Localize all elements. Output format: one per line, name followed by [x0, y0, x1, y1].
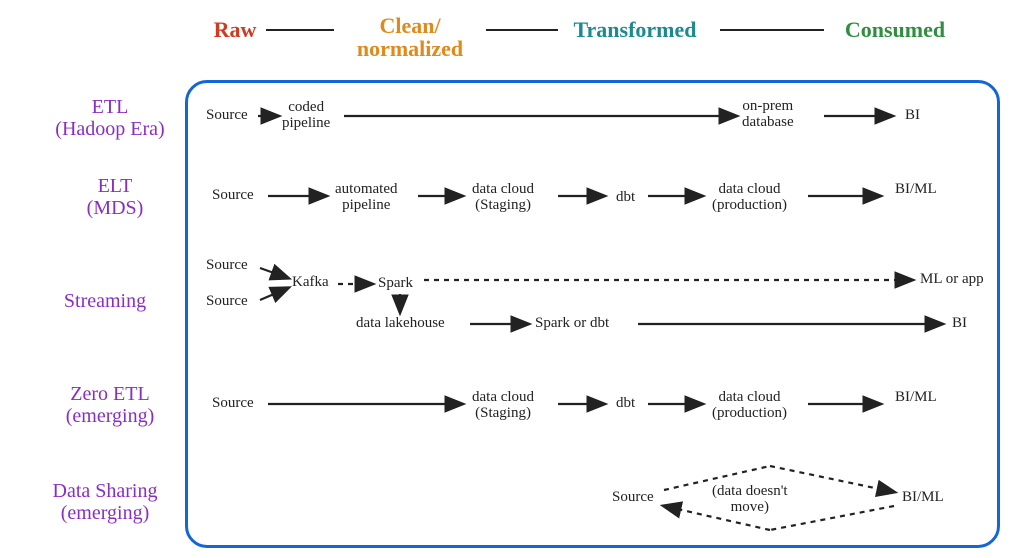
streaming-source-1: Source [206, 258, 248, 274]
etl-bi: BI [905, 108, 920, 124]
stage-raw: Raw [200, 18, 270, 41]
elt-data-cloud-staging: data cloud (Staging) [472, 182, 534, 214]
zero-dbt: dbt [616, 396, 635, 412]
etl-coded-pipeline: coded pipeline [282, 100, 330, 132]
stage-transformed: Transformed [555, 18, 715, 41]
stage-clean: Clean/ normalized [335, 14, 485, 60]
streaming-kafka: Kafka [292, 275, 329, 291]
etl-onprem-db: on-prem database [742, 99, 794, 131]
share-source: Source [612, 490, 654, 506]
elt-source: Source [212, 188, 254, 204]
share-biml: BI/ML [902, 490, 944, 506]
zero-biml: BI/ML [895, 390, 937, 406]
diagram-frame [185, 80, 1000, 548]
etl-source: Source [206, 108, 248, 124]
zero-source: Source [212, 396, 254, 412]
streaming-lakehouse: data lakehouse [356, 316, 445, 332]
streaming-bi: BI [952, 316, 967, 332]
zero-data-cloud-staging: data cloud (Staging) [472, 390, 534, 422]
elt-biml: BI/ML [895, 182, 937, 198]
streaming-spark: Spark [378, 276, 413, 292]
streaming-spark-or-dbt: Spark or dbt [535, 316, 609, 332]
elt-dbt: dbt [616, 190, 635, 206]
share-note: (data doesn't move) [712, 484, 788, 516]
zero-data-cloud-production: data cloud (production) [712, 390, 787, 422]
row-etl: ETL (Hadoop Era) [35, 96, 185, 140]
row-zero-etl: Zero ETL (emerging) [35, 383, 185, 427]
row-data-sharing: Data Sharing (emerging) [20, 480, 190, 524]
streaming-ml-or-app: ML or app [920, 272, 984, 288]
elt-automated-pipeline: automated pipeline [335, 182, 397, 214]
stage-consumed: Consumed [830, 18, 960, 41]
streaming-source-2: Source [206, 294, 248, 310]
row-elt: ELT (MDS) [55, 175, 175, 219]
elt-data-cloud-production: data cloud (production) [712, 182, 787, 214]
row-streaming: Streaming [40, 290, 170, 312]
